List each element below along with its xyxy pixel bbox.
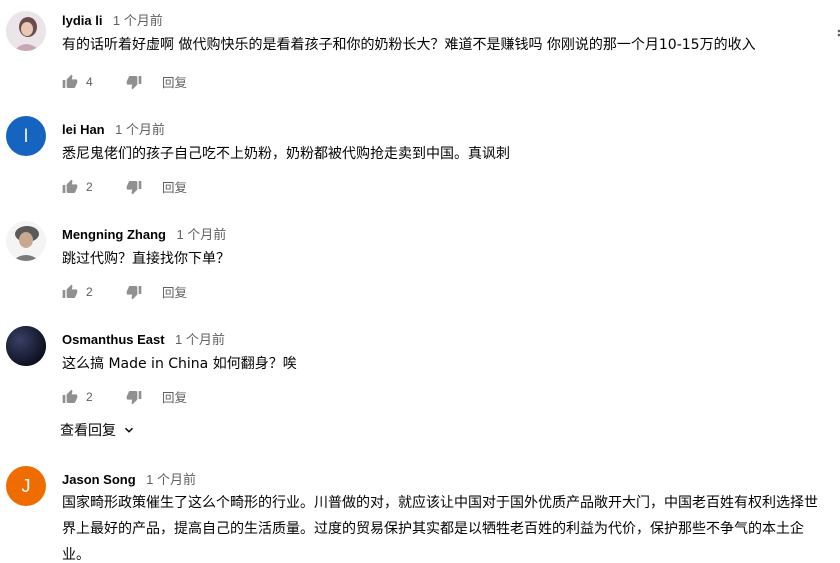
comment-author[interactable]: Jason Song bbox=[62, 472, 136, 487]
avatar[interactable]: J bbox=[6, 466, 46, 506]
avatar-letter: J bbox=[21, 475, 31, 496]
comment-text: 这么搞 Made in China 如何翻身？唉 bbox=[62, 356, 297, 372]
like-count: 2 bbox=[86, 284, 93, 299]
avatar[interactable] bbox=[6, 11, 46, 51]
thumb-down-icon[interactable] bbox=[126, 179, 142, 195]
comment-text: 国家畸形政策催生了这么个畸形的行业。川普做的对，就应该让中国对于国外优质产品敞开… bbox=[62, 495, 818, 563]
comment-author[interactable]: Osmanthus East bbox=[62, 332, 165, 347]
thumb-down-icon[interactable] bbox=[126, 74, 142, 90]
more-options-icon[interactable] bbox=[834, 26, 840, 38]
thumb-up-icon[interactable] bbox=[62, 179, 78, 195]
comment-text: 有的话听着好虚啊 做代购快乐的是看着孩子和你的奶粉长大？难道不是赚钱吗 你刚说的… bbox=[62, 37, 756, 53]
like-count: 2 bbox=[86, 179, 93, 194]
comment-author[interactable]: Mengning Zhang bbox=[62, 227, 166, 242]
comment-timestamp[interactable]: 1 个月前 bbox=[115, 122, 165, 137]
comment-actions: 2 回复 bbox=[62, 177, 187, 196]
view-replies-button[interactable]: 查看回复 bbox=[60, 420, 136, 440]
avatar[interactable] bbox=[6, 221, 46, 261]
comment-header: Mengning Zhang 1 个月前 bbox=[62, 224, 226, 244]
reply-button[interactable]: 回复 bbox=[162, 72, 187, 91]
comment-timestamp[interactable]: 1 个月前 bbox=[176, 227, 226, 242]
chevron-down-icon bbox=[124, 427, 134, 433]
thumb-up-icon[interactable] bbox=[62, 74, 78, 90]
avatar-photo-icon bbox=[6, 221, 46, 261]
avatar[interactable] bbox=[6, 326, 46, 366]
comment-header: lei Han 1 个月前 bbox=[62, 119, 165, 139]
comment-text: 悉尼鬼佬们的孩子自己吃不上奶粉，奶粉都被代购抢走卖到中国。真讽刺 bbox=[62, 146, 510, 162]
like-count: 4 bbox=[86, 74, 93, 89]
comment-timestamp[interactable]: 1 个月前 bbox=[113, 13, 163, 28]
thumb-down-icon[interactable] bbox=[126, 389, 142, 405]
comment-author[interactable]: lydia li bbox=[62, 13, 102, 28]
comment-author[interactable]: lei Han bbox=[62, 122, 105, 137]
comment-actions: 2 回复 bbox=[62, 387, 187, 406]
thumb-up-icon[interactable] bbox=[62, 284, 78, 300]
comment-text: 跳过代购？直接找你下单？ bbox=[62, 251, 230, 267]
like-count: 2 bbox=[86, 389, 93, 404]
comment-header: Osmanthus East 1 个月前 bbox=[62, 329, 225, 349]
reply-button[interactable]: 回复 bbox=[162, 282, 187, 301]
avatar-letter: l bbox=[24, 125, 28, 146]
comment-actions: 4 回复 bbox=[62, 72, 187, 91]
comment-actions: 2 回复 bbox=[62, 282, 187, 301]
thumb-down-icon[interactable] bbox=[126, 284, 142, 300]
reply-button[interactable]: 回复 bbox=[162, 177, 187, 196]
comment-timestamp[interactable]: 1 个月前 bbox=[175, 332, 225, 347]
comment-timestamp[interactable]: 1 个月前 bbox=[146, 472, 196, 487]
avatar-photo-icon bbox=[6, 326, 46, 366]
thumb-up-icon[interactable] bbox=[62, 389, 78, 405]
avatar-photo-icon bbox=[6, 11, 46, 51]
reply-button[interactable]: 回复 bbox=[162, 387, 187, 406]
view-replies-label: 查看回复 bbox=[60, 423, 116, 439]
avatar[interactable]: l bbox=[6, 116, 46, 156]
comment-header: Jason Song 1 个月前 bbox=[62, 469, 196, 489]
comment-header: lydia li 1 个月前 bbox=[62, 10, 163, 30]
